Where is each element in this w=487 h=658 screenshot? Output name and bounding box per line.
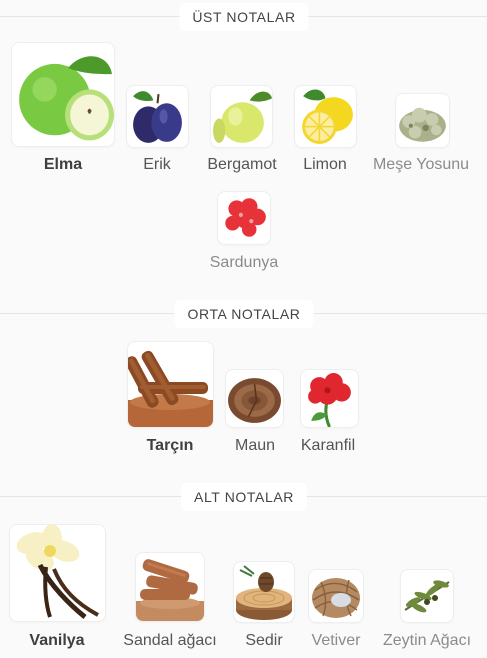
lemon-icon[interactable] [295, 86, 356, 147]
note-label-bergamot[interactable]: Bergamot [207, 156, 276, 174]
note-label-sandalwood[interactable]: Sandal ağacı [123, 632, 216, 650]
cinnamon-icon[interactable] [128, 342, 213, 427]
vanilla-icon[interactable] [10, 525, 105, 621]
mahogany-icon[interactable] [226, 370, 283, 427]
note-label-geranium[interactable]: Sardunya [210, 254, 279, 272]
section-heading-base: ALT NOTALAR [181, 483, 307, 511]
section-heading-middle: ORTA NOTALAR [174, 300, 314, 328]
note-label-lemon[interactable]: Limon [303, 156, 347, 174]
note-label-cedar[interactable]: Sedir [245, 632, 282, 650]
plum-icon[interactable] [127, 86, 188, 147]
note-label-olive-tree[interactable]: Zeytin Ağacı [383, 632, 471, 650]
sandalwood-icon[interactable] [136, 553, 204, 621]
note-label-vetiver[interactable]: Vetiver [312, 632, 361, 650]
carnation-icon[interactable] [301, 370, 358, 427]
note-label-oakmoss[interactable]: Meşe Yosunu [373, 156, 469, 174]
olive-tree-icon[interactable] [401, 570, 453, 622]
cedar-icon[interactable] [234, 562, 294, 622]
oakmoss-icon[interactable] [396, 94, 449, 147]
note-label-carnation[interactable]: Karanfil [301, 437, 355, 455]
bergamot-icon[interactable] [211, 86, 272, 147]
vetiver-icon[interactable] [309, 570, 363, 622]
note-label-cinnamon[interactable]: Tarçın [147, 437, 194, 455]
apple-icon[interactable] [12, 43, 114, 146]
section-heading-top: ÜST NOTALAR [179, 3, 309, 31]
note-label-apple[interactable]: Elma [44, 156, 82, 174]
note-label-vanilla[interactable]: Vanilya [29, 632, 84, 650]
note-label-mahogany[interactable]: Maun [235, 437, 275, 455]
geranium-icon[interactable] [218, 192, 270, 244]
note-label-plum[interactable]: Erik [143, 156, 171, 174]
